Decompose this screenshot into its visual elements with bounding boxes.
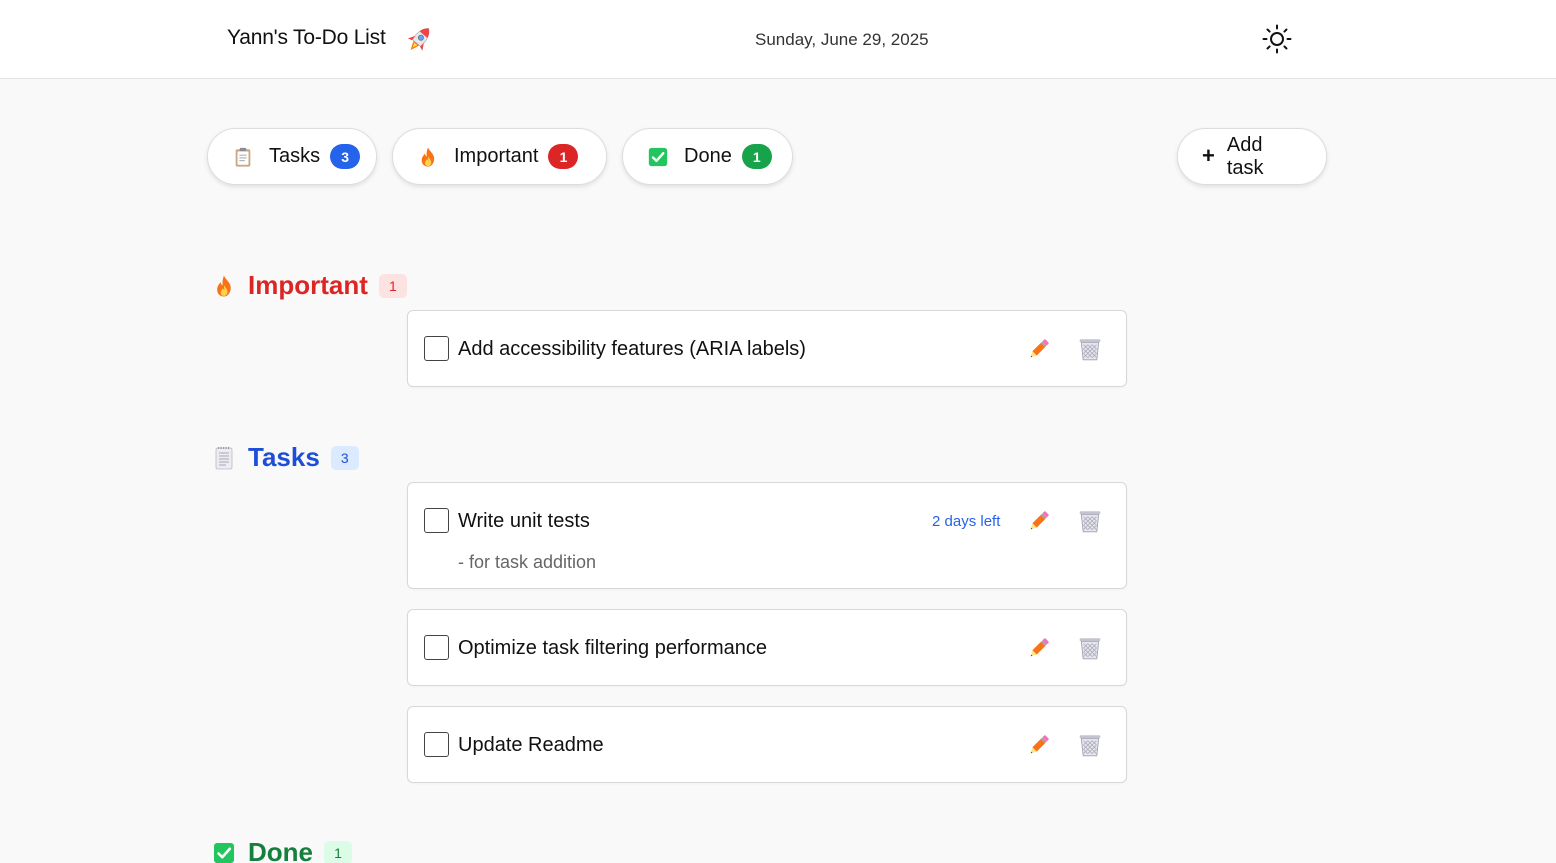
task-card: Add accessibility features (ARIA labels) — [407, 310, 1127, 387]
pencil-icon[interactable] — [1026, 508, 1052, 534]
trash-icon[interactable] — [1077, 732, 1103, 758]
task-checkbox[interactable] — [424, 336, 449, 361]
task-title: Update Readme — [458, 734, 604, 756]
section-count-badge: 3 — [330, 445, 359, 470]
pencil-icon[interactable] — [1026, 635, 1052, 661]
app-header: Yann's To-Do List Sunday, June 29, 2025 — [0, 0, 1556, 79]
app-title: Yann's To-Do List — [227, 26, 386, 49]
plus-icon: + — [1202, 143, 1215, 168]
fire-icon — [417, 146, 439, 168]
filter-label: Done — [684, 145, 732, 167]
add-task-button[interactable]: + Add task — [1177, 128, 1327, 185]
task-title: Write unit tests — [458, 510, 590, 532]
task-checkbox[interactable] — [424, 508, 449, 533]
filter-tasks-button[interactable]: Tasks 3 — [207, 128, 377, 185]
fire-icon — [212, 273, 236, 299]
task-card: Update Readme — [407, 706, 1127, 783]
filter-count-badge: 1 — [548, 144, 579, 169]
section-title: Done — [248, 837, 313, 863]
sun-icon[interactable] — [1262, 24, 1292, 54]
add-task-label: Add task — [1226, 133, 1264, 179]
task-checkbox[interactable] — [424, 732, 449, 757]
filter-done-button[interactable]: Done 1 — [622, 128, 793, 185]
due-date-label: 2 days left — [932, 513, 1001, 530]
pencil-icon[interactable] — [1026, 732, 1052, 758]
task-title: Add accessibility features (ARIA labels) — [458, 338, 806, 360]
section-tasks-header: Tasks 3 — [212, 442, 359, 473]
filter-count-badge: 1 — [741, 144, 772, 169]
current-date: Sunday, June 29, 2025 — [755, 30, 929, 49]
trash-icon[interactable] — [1077, 336, 1103, 362]
section-done-header: Done 1 — [212, 837, 352, 863]
rocket-icon — [407, 28, 430, 51]
filter-important-button[interactable]: Important 1 — [392, 128, 607, 185]
task-card: Write unit tests - for task addition 2 d… — [407, 482, 1127, 589]
notepad-icon — [212, 445, 236, 471]
section-important-header: Important 1 — [212, 270, 407, 301]
task-card: Optimize task filtering performance — [407, 609, 1127, 686]
filter-label: Tasks — [269, 145, 321, 167]
trash-icon[interactable] — [1077, 508, 1103, 534]
section-count-badge: 1 — [378, 273, 407, 298]
filter-count-badge: 3 — [330, 144, 361, 169]
task-title: Optimize task filtering performance — [458, 637, 768, 659]
trash-icon[interactable] — [1077, 635, 1103, 661]
pencil-icon[interactable] — [1026, 336, 1052, 362]
section-title: Tasks — [248, 442, 320, 472]
section-count-badge: 1 — [324, 840, 352, 863]
clipboard-icon — [232, 146, 254, 168]
filter-label: Important — [454, 145, 539, 167]
task-note: - for task addition — [458, 552, 597, 572]
section-title: Important — [248, 270, 368, 300]
task-checkbox[interactable] — [424, 635, 449, 660]
check-box-icon — [647, 146, 669, 168]
check-box-icon — [212, 840, 236, 863]
